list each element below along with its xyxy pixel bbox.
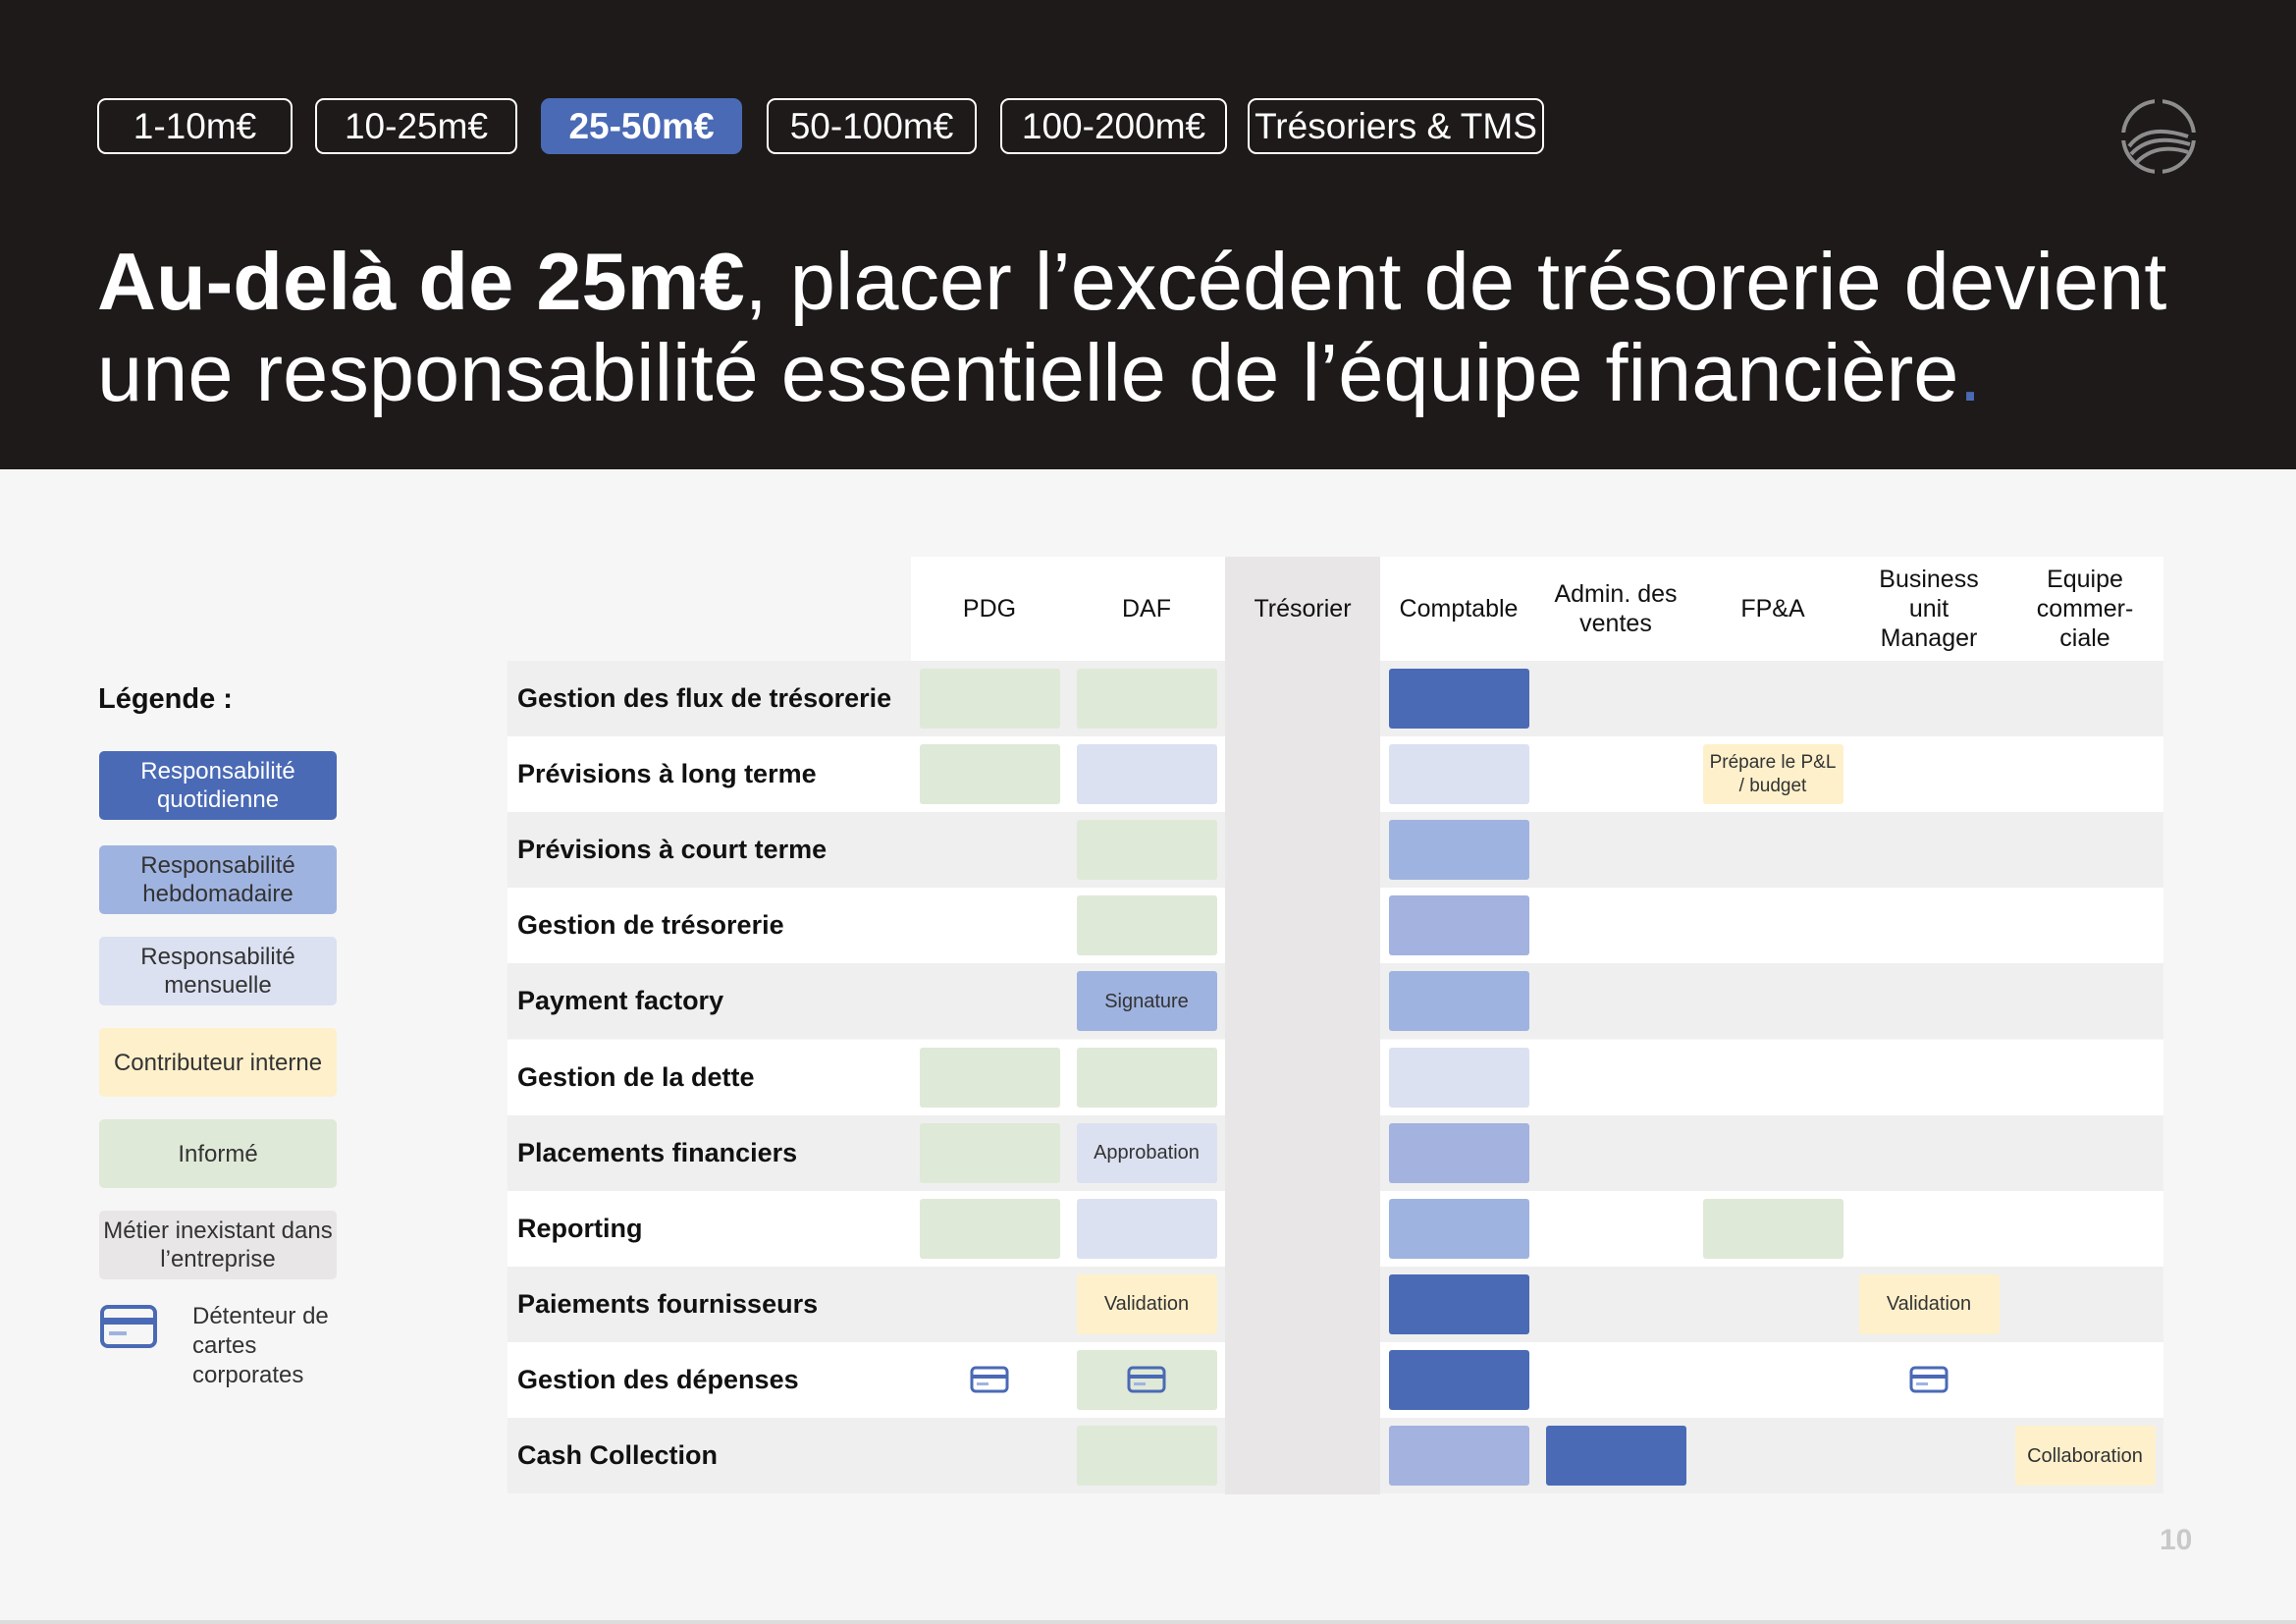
credit-card-icon: [100, 1305, 157, 1348]
column-header-2: Trésorier: [1254, 595, 1352, 623]
matrix-cell-weekly: [1388, 820, 1529, 881]
matrix-cell-monthly: [1388, 744, 1529, 805]
matrix-cell-informed: [1076, 1047, 1217, 1108]
tab-0[interactable]: 1-10m€: [97, 98, 293, 154]
legend-card-holder-label: Détenteur de cartes corporates: [192, 1303, 329, 1388]
matrix-cell-contributor: Collaboration: [2014, 1426, 2156, 1486]
tab-1[interactable]: 10-25m€: [315, 98, 517, 154]
matrix-cell-informed: [1076, 1426, 1217, 1486]
matrix-cell-contributor: Validation: [1076, 1273, 1217, 1334]
matrix-cell-informed: [1076, 820, 1217, 881]
legend-item-2: Responsabilité mensuelle: [99, 937, 337, 1005]
column-header-1: DAF: [1122, 595, 1171, 623]
legend-item-5: Métier inexistant dans l’entreprise: [99, 1211, 337, 1279]
column-header-7: Equipe commer-ciale: [2036, 566, 2134, 652]
matrix-cell-informed: [1702, 1198, 1843, 1259]
column-header-5: FP&A: [1740, 595, 1805, 623]
matrix-cell-weekly: [1388, 971, 1529, 1032]
matrix-cell-informed: [919, 669, 1060, 729]
matrix-cell-informed: [1076, 669, 1217, 729]
credit-card-icon: [1909, 1366, 1949, 1393]
title-dot: .: [1958, 327, 1982, 418]
bottom-border: [0, 1620, 2296, 1624]
tab-5[interactable]: Trésoriers & TMS: [1248, 98, 1544, 154]
slide: 1-10m€ 10-25m€ 25-50m€ 50-100m€ 100-200m€ Tré…: [0, 0, 2296, 1624]
row-label: Payment factory: [517, 986, 724, 1016]
row-label: Gestion de la dette: [517, 1061, 755, 1092]
page-title: Au-delà de 25m€, placer l’excédent de tr…: [97, 236, 2208, 418]
matrix-cell-monthly: Approbation: [1076, 1122, 1217, 1183]
matrix-cell-informed: [919, 1122, 1060, 1183]
matrix-cell-informed: [919, 1198, 1060, 1259]
matrix-cell-daily: [1388, 1349, 1529, 1410]
row-label: Paiements fournisseurs: [517, 1288, 819, 1319]
legend-item-1: Responsabilité hebdomadaire: [99, 845, 337, 914]
matrix-cell-monthly: [1076, 744, 1217, 805]
brand-logo-icon: [2121, 99, 2196, 174]
matrix-cell-daily: [1388, 1273, 1529, 1334]
page-number: 10: [2160, 1524, 2193, 1556]
row-label: Reporting: [517, 1213, 643, 1243]
column-header-0: PDG: [962, 595, 1017, 623]
tab-3[interactable]: 50-100m€: [767, 98, 977, 154]
row-label: Gestion des flux de trésorerie: [517, 683, 892, 713]
column-tresorier-absent: [1225, 557, 1380, 1494]
matrix-cell-informed: [919, 744, 1060, 805]
matrix-cell-daily: [1388, 669, 1529, 729]
matrix-cell-weekly_alt: [1388, 1426, 1529, 1486]
title-bold: Au-delà de 25m€: [97, 236, 745, 327]
column-header-3: Comptable: [1399, 595, 1519, 623]
row-label: Placements financiers: [517, 1137, 798, 1167]
matrix-cell-monthly: [1388, 1047, 1529, 1108]
tab-2[interactable]: 25-50m€: [541, 98, 742, 154]
credit-card-icon: [970, 1366, 1009, 1393]
matrix-cell-contributor: Prépare le P&L / budget: [1702, 744, 1843, 805]
row-label: Gestion des dépenses: [517, 1364, 799, 1394]
credit-card-icon: [1127, 1366, 1166, 1393]
matrix-cell-weekly: [1388, 1198, 1529, 1259]
row-label: Cash Collection: [517, 1440, 719, 1470]
matrix-cell-weekly: Signature: [1076, 971, 1217, 1032]
matrix-cell-weekly_alt: [1388, 895, 1529, 956]
row-label: Gestion de trésorerie: [517, 910, 784, 941]
legend-title: Légende :: [98, 683, 233, 715]
matrix-cell-informed: [919, 1047, 1060, 1108]
matrix-cell-daily: [1545, 1426, 1686, 1486]
matrix-cell-monthly: [1076, 1198, 1217, 1259]
legend-item-3: Contributeur interne: [99, 1028, 337, 1097]
row-label: Prévisions à long terme: [517, 759, 817, 789]
row-label: Prévisions à court terme: [517, 835, 828, 865]
matrix-cell-weekly_alt: [1388, 1122, 1529, 1183]
legend-item-4: Informé: [99, 1119, 337, 1188]
tab-4[interactable]: 100-200m€: [1000, 98, 1227, 154]
matrix-cell-contributor: Validation: [1858, 1273, 2000, 1334]
legend-item-0: Responsabilité quotidienne: [99, 751, 337, 820]
column-header-6: Business unit Manager: [1879, 566, 1979, 652]
column-header-4: Admin. des ventes: [1554, 580, 1678, 637]
matrix-cell-informed: [1076, 895, 1217, 956]
